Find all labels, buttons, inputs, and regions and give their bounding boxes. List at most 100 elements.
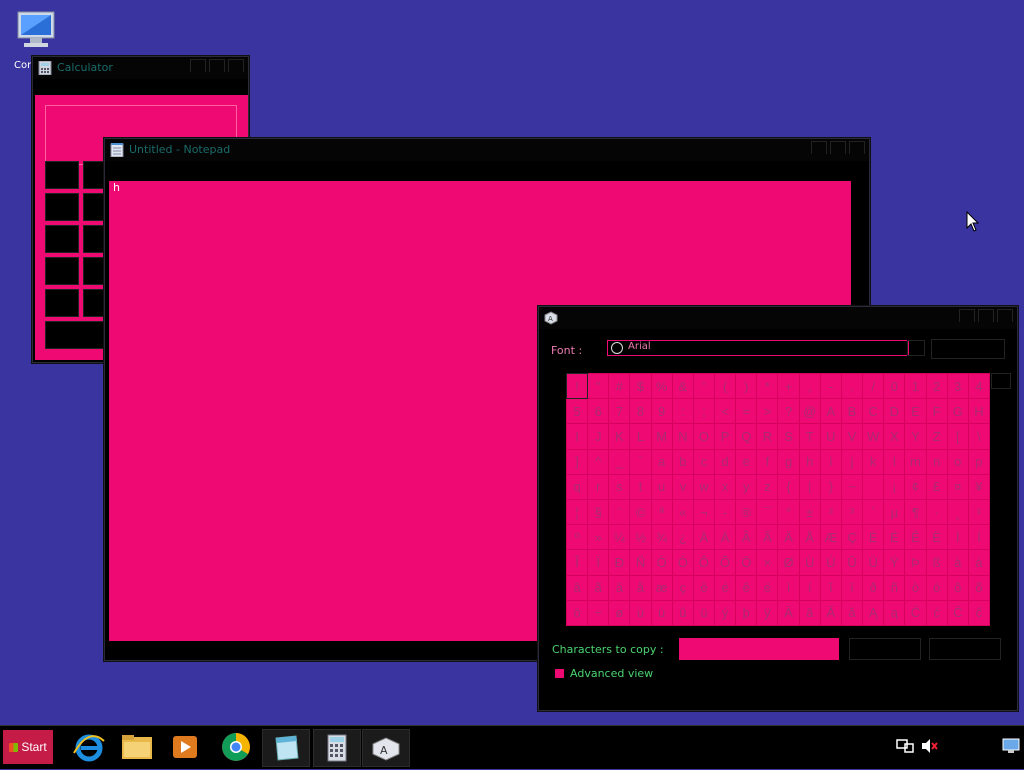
character-cell[interactable]: v <box>672 474 693 499</box>
character-cell[interactable]: Ì <box>947 525 968 550</box>
character-cell[interactable]: J <box>588 424 609 449</box>
character-cell[interactable]: ¢ <box>905 474 926 499</box>
character-cell[interactable]: Ĉ <box>947 600 968 625</box>
character-cell[interactable]: Å <box>799 525 820 550</box>
character-cell[interactable]: Ç <box>841 525 863 550</box>
character-cell[interactable]: X <box>884 424 905 449</box>
select-button[interactable] <box>849 638 921 660</box>
calculator-key[interactable] <box>45 193 79 221</box>
character-cell[interactable]: ½ <box>630 525 651 550</box>
character-cell[interactable]: ) <box>736 374 757 399</box>
character-cell[interactable]: O <box>693 424 715 449</box>
calculator-key[interactable] <box>45 257 79 285</box>
character-cell[interactable]: @ <box>799 399 820 424</box>
character-cell[interactable]: m <box>905 449 926 474</box>
maximize-button[interactable] <box>978 309 994 322</box>
character-cell[interactable]: í <box>799 575 820 600</box>
character-cell[interactable]: Ã <box>757 525 778 550</box>
character-cell[interactable]: ï <box>841 575 863 600</box>
character-cell[interactable]: Q <box>736 424 757 449</box>
character-cell[interactable]: ô <box>947 575 968 600</box>
volume-muted-icon[interactable] <box>921 738 939 754</box>
character-cell[interactable]: ; <box>693 399 715 424</box>
character-cell[interactable]: ý <box>715 600 736 625</box>
character-cell[interactable]: ³ <box>841 500 863 525</box>
character-cell[interactable]: $ <box>630 374 651 399</box>
character-cell[interactable]: · <box>926 500 947 525</box>
character-cell[interactable]: , <box>799 374 820 399</box>
character-cell[interactable]: ¹ <box>968 500 989 525</box>
character-cell[interactable]: . <box>841 374 863 399</box>
character-cell[interactable]: j <box>841 449 863 474</box>
character-cell[interactable]: ª <box>651 500 672 525</box>
character-cell[interactable]: \ <box>968 424 989 449</box>
character-cell[interactable]: ¨ <box>609 500 630 525</box>
character-cell[interactable]: ? <box>778 399 799 424</box>
character-cell[interactable]: Ą <box>863 600 884 625</box>
character-cell[interactable]: K <box>609 424 630 449</box>
character-cell[interactable]: ñ <box>884 575 905 600</box>
taskbar-chrome[interactable] <box>213 729 259 765</box>
character-cell[interactable]: % <box>651 374 672 399</box>
character-cell[interactable]: " <box>588 374 609 399</box>
character-cell[interactable]: Ú <box>820 550 841 575</box>
character-cell[interactable]: > <box>757 399 778 424</box>
character-cell[interactable]: + <box>778 374 799 399</box>
character-cell[interactable]: ® <box>736 500 757 525</box>
character-cell[interactable]: n <box>926 449 947 474</box>
character-cell[interactable]: õ <box>968 575 989 600</box>
character-cell[interactable]: Û <box>841 550 863 575</box>
notepad-titlebar[interactable]: Untitled - Notepad <box>105 139 869 161</box>
character-cell[interactable]: Ý <box>884 550 905 575</box>
character-cell[interactable]: á <box>968 550 989 575</box>
character-cell[interactable]: [ <box>947 424 968 449</box>
character-cell[interactable]: 7 <box>609 399 630 424</box>
character-cell[interactable]: ą <box>884 600 905 625</box>
character-cell[interactable]: À <box>693 525 715 550</box>
character-cell[interactable]: î <box>820 575 841 600</box>
character-cell[interactable]: Þ <box>905 550 926 575</box>
character-cell[interactable]: É <box>884 525 905 550</box>
character-cell[interactable]: ] <box>567 449 588 474</box>
character-cell[interactable]: ø <box>609 600 630 625</box>
character-cell[interactable]: Ï <box>588 550 609 575</box>
close-button[interactable] <box>997 309 1013 322</box>
character-cell[interactable]: ö <box>567 600 588 625</box>
character-cell[interactable]: Ă <box>820 600 841 625</box>
minimize-button[interactable] <box>190 59 206 72</box>
character-cell[interactable]: × <box>757 550 778 575</box>
character-cell[interactable]: 6 <box>588 399 609 424</box>
character-cell[interactable]: Ä <box>778 525 799 550</box>
character-cell[interactable]: < <box>715 399 736 424</box>
characters-to-copy-input[interactable] <box>679 638 839 660</box>
calculator-key[interactable] <box>45 161 79 189</box>
calculator-key-zero[interactable] <box>45 321 107 349</box>
character-cell[interactable]: 9 <box>651 399 672 424</box>
close-button[interactable] <box>849 141 865 154</box>
character-cell[interactable]: Â <box>736 525 757 550</box>
calculator-key[interactable] <box>45 289 79 317</box>
start-button[interactable]: Start <box>3 730 53 764</box>
character-cell[interactable]: ° <box>778 500 799 525</box>
character-cell[interactable]: - <box>715 500 736 525</box>
character-grid-scrollbar[interactable] <box>991 373 1011 389</box>
copy-button[interactable] <box>929 638 1001 660</box>
character-cell[interactable]: W <box>863 424 884 449</box>
character-cell[interactable]: U <box>820 424 841 449</box>
character-cell[interactable]: È <box>863 525 884 550</box>
advanced-view-checkbox[interactable] <box>555 669 564 678</box>
character-cell[interactable]: æ <box>651 575 672 600</box>
calculator-key[interactable] <box>45 225 79 253</box>
character-cell[interactable]: ¡ <box>884 474 905 499</box>
taskbar-calculator[interactable] <box>313 729 361 767</box>
character-cell[interactable]: ± <box>799 500 820 525</box>
character-cell[interactable]: ú <box>651 600 672 625</box>
character-cell[interactable]: ' <box>693 374 715 399</box>
taskbar-internet-explorer[interactable] <box>66 729 112 765</box>
character-cell[interactable]: : <box>672 399 693 424</box>
character-cell[interactable]: k <box>863 449 884 474</box>
character-cell[interactable]: ă <box>841 600 863 625</box>
character-cell[interactable]: Ó <box>672 550 693 575</box>
character-cell[interactable]: / <box>863 374 884 399</box>
character-cell[interactable]: ü <box>693 600 715 625</box>
